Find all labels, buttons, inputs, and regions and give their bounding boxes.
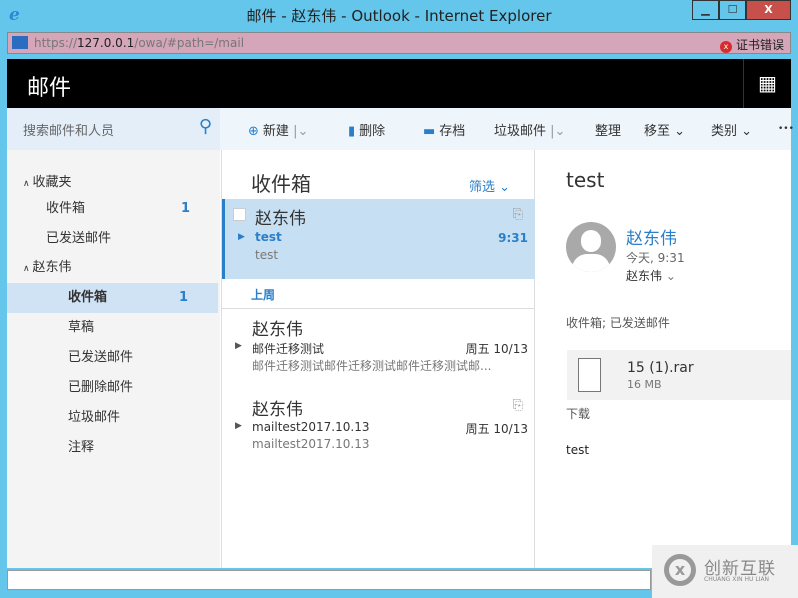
search-input[interactable]: 搜索邮件和人员 ⚲ bbox=[7, 108, 220, 150]
attachment-name: 15 (1).rar bbox=[627, 360, 694, 376]
maximize-button[interactable]: ☐ bbox=[719, 0, 746, 20]
preview: test bbox=[255, 248, 279, 262]
subject: test bbox=[255, 230, 282, 244]
message-list: 收件箱 筛选 ⌄ 赵东伟 ⎘ ▶ test 9:31 test 上周 赵东伟 ▶… bbox=[221, 150, 535, 568]
junk-button[interactable]: 垃圾邮件 |⌄ bbox=[494, 120, 565, 139]
folder-inbox[interactable]: 收件箱 1 bbox=[7, 283, 218, 313]
mail-icon bbox=[12, 36, 28, 49]
watermark-logo: x 创新互联 CHUANG XIN HU LIAN bbox=[652, 545, 798, 598]
download-link[interactable]: 下载 bbox=[566, 405, 590, 422]
attachment-card[interactable]: 15 (1).rar 16 MB bbox=[567, 350, 791, 400]
sender: 赵东伟 bbox=[252, 400, 303, 420]
attachment-size: 16 MB bbox=[627, 378, 662, 391]
list-title: 收件箱 bbox=[251, 172, 311, 196]
status-bar bbox=[7, 570, 651, 590]
more-button[interactable]: ••• bbox=[778, 124, 794, 134]
sender: 赵东伟 bbox=[255, 209, 306, 229]
message-item[interactable]: 赵东伟 ⎘ ▶ mailtest2017.10.13 周五 10/13 mail… bbox=[222, 393, 535, 468]
reading-subject: test bbox=[566, 168, 605, 192]
folder-sent[interactable]: 已发送邮件 bbox=[7, 343, 220, 373]
error-icon: x bbox=[719, 41, 732, 53]
select-checkbox[interactable] bbox=[233, 208, 246, 221]
folder-deleted[interactable]: 已删除邮件 bbox=[7, 373, 220, 403]
preview: mailtest2017.10.13 bbox=[252, 437, 370, 451]
recipients[interactable]: 赵东伟 ⌄ bbox=[626, 267, 676, 284]
archive-icon: ▬ bbox=[423, 124, 436, 139]
expand-icon[interactable]: ▶ bbox=[235, 421, 242, 431]
owa-app: 邮件 ▦ 搜索邮件和人员 ⚲ ⊕ 新建 |⌄ ▮ 删除 ▬ 存档 垃圾邮件 |⌄ 整理… bbox=[7, 59, 794, 568]
expand-icon[interactable]: ▶ bbox=[238, 232, 245, 242]
category-button[interactable]: 类别 ⌄ bbox=[711, 120, 752, 139]
app-header: 邮件 ▦ bbox=[7, 59, 791, 108]
trash-icon: ▮ bbox=[348, 124, 356, 139]
fav-sent[interactable]: 已发送邮件 bbox=[7, 224, 220, 254]
title-bar: e 邮件 - 赵东伟 - Outlook - Internet Explorer… bbox=[0, 0, 798, 30]
url[interactable]: https://127.0.0.1/owa/#path=/mail bbox=[34, 36, 244, 50]
address-bar[interactable]: https://127.0.0.1/owa/#path=/mail x 证书错误 bbox=[7, 32, 791, 54]
date: 周五 10/13 bbox=[465, 422, 528, 436]
toolbar: ⊕ 新建 |⌄ ▮ 删除 ▬ 存档 垃圾邮件 |⌄ 整理 移至 ⌄ 类别 ⌄ ••• bbox=[220, 108, 794, 150]
date: 周五 10/13 bbox=[465, 342, 528, 356]
attachment-icon: ⎘ bbox=[512, 398, 523, 413]
window-title: 邮件 - 赵东伟 - Outlook - Internet Explorer bbox=[246, 7, 552, 25]
attachment-icon: ⎘ bbox=[512, 207, 523, 222]
expand-icon[interactable]: ▶ bbox=[235, 341, 242, 351]
account-header[interactable]: ∧ 赵东伟 bbox=[7, 253, 220, 283]
divider bbox=[222, 308, 535, 309]
archive-button[interactable]: ▬ 存档 bbox=[423, 120, 465, 139]
search-icon[interactable]: ⚲ bbox=[199, 116, 212, 137]
sweep-button[interactable]: 整理 bbox=[595, 120, 621, 139]
subject: mailtest2017.10.13 bbox=[252, 420, 370, 434]
sent-time: 今天, 9:31 bbox=[626, 251, 685, 265]
folder-notes[interactable]: 注释 bbox=[7, 433, 220, 463]
minimize-button[interactable]: ▁ bbox=[692, 0, 719, 20]
folder-pane: ∧ 收藏夹 收件箱 1 已发送邮件 ∧ 赵东伟 收件箱 1 草稿 已发送邮件 已删除… bbox=[7, 150, 220, 568]
avatar bbox=[566, 222, 616, 272]
preview: 邮件迁移测试邮件迁移测试邮件迁移测试邮... bbox=[252, 359, 492, 373]
search-placeholder: 搜索邮件和人员 bbox=[23, 124, 115, 139]
message-item[interactable]: 赵东伟 ⎘ ▶ test 9:31 test bbox=[222, 199, 535, 279]
reading-pane: test 赵东伟 今天, 9:31 赵东伟 ⌄ 收件箱; 已发送邮件 15 (1… bbox=[536, 150, 791, 568]
close-button[interactable]: X bbox=[746, 0, 791, 20]
delete-button[interactable]: ▮ 删除 bbox=[348, 120, 385, 139]
move-button[interactable]: 移至 ⌄ bbox=[644, 120, 685, 139]
sender-name[interactable]: 赵东伟 bbox=[626, 224, 677, 249]
plus-icon: ⊕ bbox=[248, 124, 259, 139]
fav-inbox[interactable]: 收件箱 1 bbox=[7, 194, 220, 224]
folder-junk[interactable]: 垃圾邮件 bbox=[7, 403, 220, 433]
folders: 收件箱; 已发送邮件 bbox=[566, 316, 670, 330]
new-button[interactable]: ⊕ 新建 |⌄ bbox=[248, 120, 308, 139]
app-title: 邮件 bbox=[27, 76, 72, 101]
message-body: test bbox=[566, 443, 590, 457]
file-icon bbox=[578, 358, 601, 392]
group-header: 上周 bbox=[251, 288, 276, 302]
cert-error[interactable]: x 证书错误 bbox=[719, 36, 784, 53]
app-launcher-icon[interactable]: ▦ bbox=[743, 59, 791, 108]
date: 9:31 bbox=[498, 231, 528, 245]
watermark-subtext: CHUANG XIN HU LIAN bbox=[704, 576, 770, 583]
filter-button[interactable]: 筛选 ⌄ bbox=[469, 176, 510, 195]
subject: 邮件迁移测试 bbox=[252, 342, 325, 356]
message-item[interactable]: 赵东伟 ▶ 邮件迁移测试 周五 10/13 邮件迁移测试邮件迁移测试邮件迁移测试… bbox=[222, 313, 535, 388]
folder-drafts[interactable]: 草稿 bbox=[7, 313, 220, 343]
sender: 赵东伟 bbox=[252, 320, 303, 340]
